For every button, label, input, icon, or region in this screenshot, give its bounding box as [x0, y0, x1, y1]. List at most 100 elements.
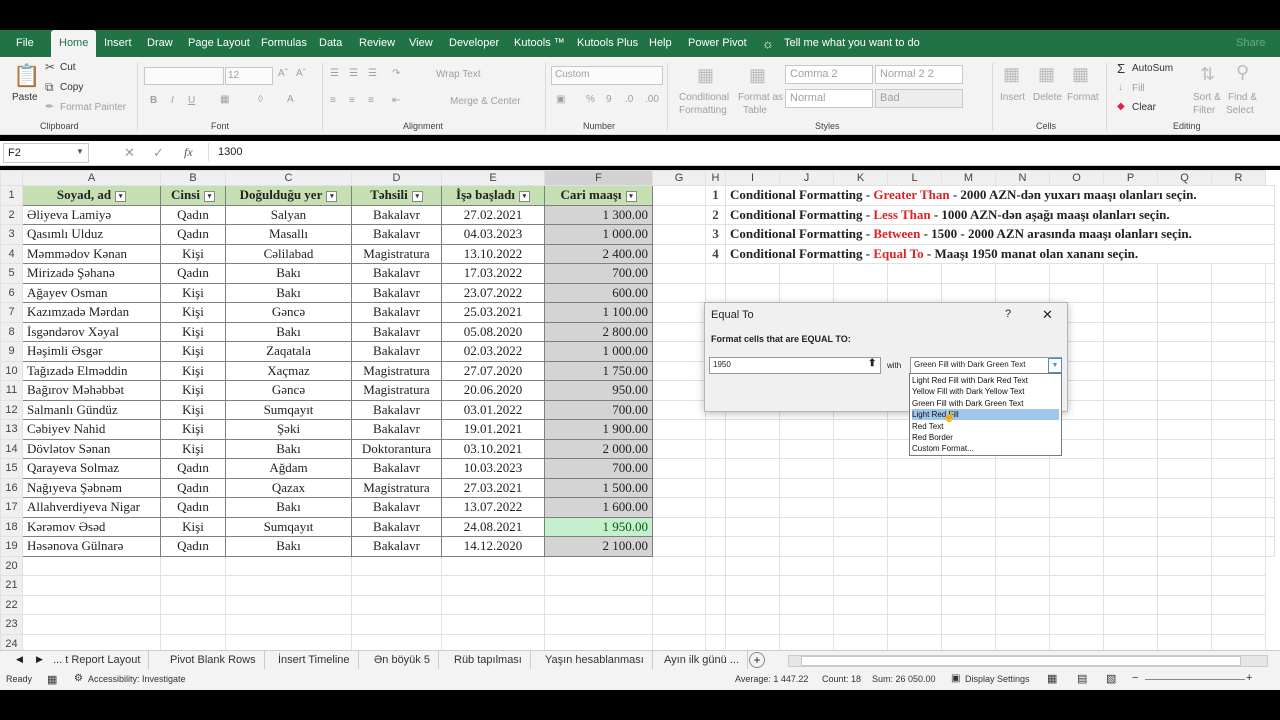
- cell[interactable]: [652, 516, 706, 537]
- cell[interactable]: [1211, 419, 1266, 440]
- cell[interactable]: [652, 633, 706, 650]
- cell[interactable]: [779, 263, 834, 284]
- cell[interactable]: [779, 458, 834, 479]
- cell[interactable]: [1265, 536, 1275, 557]
- cell[interactable]: [725, 575, 780, 596]
- cell[interactable]: [1265, 282, 1275, 303]
- cell[interactable]: [1157, 321, 1212, 342]
- cell[interactable]: Kişi: [160, 360, 226, 381]
- cell[interactable]: [1265, 302, 1275, 323]
- cell[interactable]: [995, 575, 1050, 596]
- cell[interactable]: [1265, 263, 1275, 284]
- cell[interactable]: [1049, 263, 1104, 284]
- row-header[interactable]: 22: [0, 594, 23, 615]
- cell[interactable]: [995, 477, 1050, 498]
- row-header[interactable]: 12: [0, 399, 23, 420]
- col-header[interactable]: K: [833, 170, 888, 186]
- tab-insert[interactable]: Insert: [104, 30, 132, 57]
- cell[interactable]: [833, 575, 888, 596]
- cell[interactable]: Kişi: [160, 419, 226, 440]
- cell[interactable]: [22, 614, 161, 635]
- task-text[interactable]: Conditional Formatting - Less Than - 100…: [725, 204, 1275, 225]
- cell[interactable]: 700.00: [544, 399, 653, 420]
- cell[interactable]: [1103, 438, 1158, 459]
- cell[interactable]: [941, 497, 996, 518]
- cell[interactable]: Kişi: [160, 399, 226, 420]
- cell[interactable]: [995, 614, 1050, 635]
- cell[interactable]: [1103, 575, 1158, 596]
- row-header[interactable]: 23: [0, 614, 23, 635]
- cell[interactable]: [887, 263, 942, 284]
- cell[interactable]: Bakalavr: [351, 224, 442, 245]
- cell[interactable]: [887, 477, 942, 498]
- cell[interactable]: [652, 575, 706, 596]
- indent-icon[interactable]: ⇤: [392, 95, 400, 106]
- table-header-cell[interactable]: Təhsili ▾: [351, 185, 442, 206]
- cell[interactable]: Kişi: [160, 380, 226, 401]
- cell[interactable]: [1265, 399, 1275, 420]
- tab-data[interactable]: Data: [319, 30, 342, 57]
- row-header[interactable]: 20: [0, 555, 23, 576]
- cell[interactable]: [1157, 536, 1212, 557]
- cell[interactable]: [1211, 594, 1266, 615]
- format-cells-button[interactable]: Format: [1067, 92, 1099, 103]
- cell[interactable]: [544, 614, 653, 635]
- cell[interactable]: [652, 399, 706, 420]
- cell[interactable]: [1211, 282, 1266, 303]
- cell[interactable]: [887, 614, 942, 635]
- cell[interactable]: 04.03.2023: [441, 224, 545, 245]
- filter-dropdown-icon[interactable]: ▾: [203, 190, 215, 202]
- cell[interactable]: 27.02.2021: [441, 204, 545, 225]
- accessibility-status[interactable]: Accessibility: Investigate: [88, 674, 186, 684]
- col-header[interactable]: B: [160, 170, 226, 186]
- formula-input[interactable]: 1300: [208, 143, 1279, 161]
- cell[interactable]: [1049, 633, 1104, 650]
- cell[interactable]: [1265, 497, 1275, 518]
- cell[interactable]: 1 300.00: [544, 204, 653, 225]
- row-header[interactable]: 3: [0, 224, 23, 245]
- style-bad[interactable]: Bad: [875, 89, 963, 108]
- cell[interactable]: Əliyeva Lamiyə: [22, 204, 161, 225]
- row-header[interactable]: 10: [0, 360, 23, 381]
- cell[interactable]: [1049, 555, 1104, 576]
- cell[interactable]: [705, 263, 726, 284]
- copy-button[interactable]: Copy: [60, 82, 83, 93]
- cell[interactable]: [225, 614, 352, 635]
- page-layout-view-icon[interactable]: ▤: [1077, 672, 1087, 685]
- zoom-out-icon[interactable]: −: [1132, 672, 1138, 684]
- cell[interactable]: Sumqayıt: [225, 399, 352, 420]
- cell[interactable]: [833, 477, 888, 498]
- name-box[interactable]: F2 ▼: [3, 143, 89, 163]
- cell[interactable]: [652, 360, 706, 381]
- cell[interactable]: 700.00: [544, 458, 653, 479]
- cell[interactable]: Kişi: [160, 321, 226, 342]
- cell[interactable]: [1049, 458, 1104, 479]
- cell[interactable]: Bakı: [225, 497, 352, 518]
- worksheet-grid[interactable]: A B C D E F G H I J K L M N O P Q R 1 Soy…: [0, 170, 1280, 650]
- cell[interactable]: [22, 594, 161, 615]
- cell[interactable]: [887, 575, 942, 596]
- cell[interactable]: Nağıyeva Şəbnəm: [22, 477, 161, 498]
- cell[interactable]: [833, 633, 888, 650]
- cell[interactable]: [1157, 633, 1212, 650]
- cell[interactable]: Şəki: [225, 419, 352, 440]
- cell[interactable]: 03.10.2021: [441, 438, 545, 459]
- table-header-cell[interactable]: Soyad, ad ▾: [22, 185, 161, 206]
- cell[interactable]: [351, 633, 442, 650]
- cell[interactable]: [779, 419, 834, 440]
- align-middle-icon[interactable]: ☰: [349, 68, 358, 79]
- tab-kutools[interactable]: Kutools ™: [514, 30, 565, 57]
- col-header[interactable]: H: [705, 170, 726, 186]
- col-header[interactable]: A: [22, 170, 161, 186]
- cell[interactable]: [1211, 399, 1266, 420]
- cell[interactable]: 1 750.00: [544, 360, 653, 381]
- cell[interactable]: Qadın: [160, 224, 226, 245]
- tab-view[interactable]: View: [409, 30, 433, 57]
- cell[interactable]: Gəncə: [225, 380, 352, 401]
- value-input[interactable]: 1950 ⬆: [709, 357, 881, 374]
- col-header[interactable]: D: [351, 170, 442, 186]
- row-header[interactable]: 11: [0, 380, 23, 401]
- sheet-tab[interactable]: Rüb tapılması: [446, 651, 531, 669]
- cell[interactable]: 2 800.00: [544, 321, 653, 342]
- cell[interactable]: [887, 633, 942, 650]
